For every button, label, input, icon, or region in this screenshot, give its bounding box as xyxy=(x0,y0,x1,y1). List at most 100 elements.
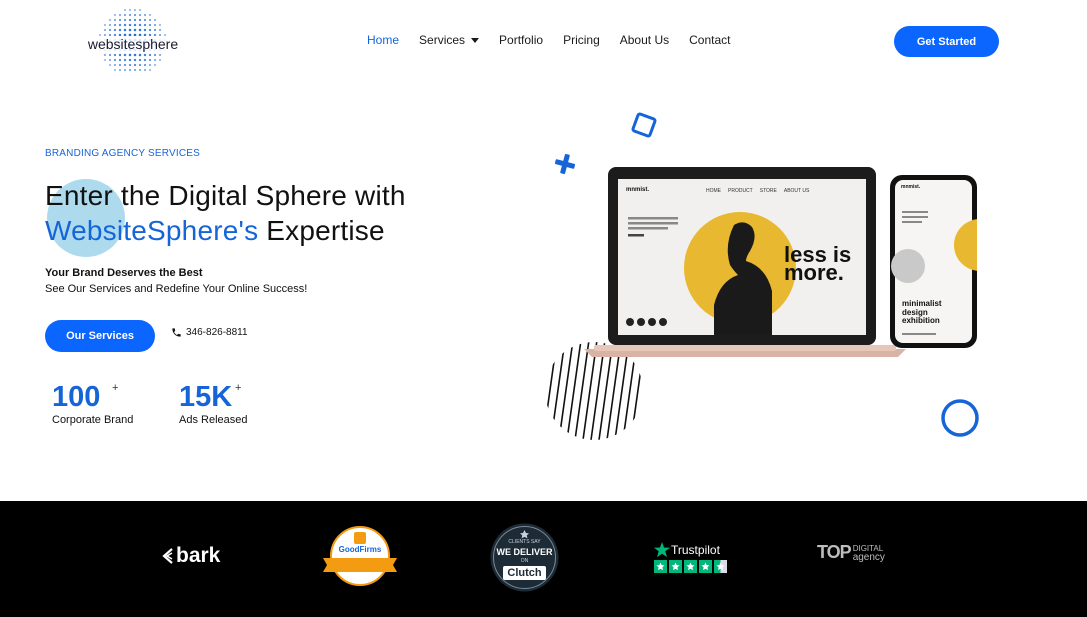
caret-down-icon xyxy=(471,37,480,43)
globe-dot xyxy=(104,24,106,26)
globe-dot xyxy=(138,58,142,62)
stat-ads-released: 15K + Ads Released xyxy=(179,382,248,426)
globe-dot xyxy=(128,58,132,62)
top-agency-text: agency xyxy=(852,551,885,563)
globe-dot xyxy=(123,53,127,57)
stat-label: Corporate Brand xyxy=(52,414,134,426)
goodfirms-text: GoodFirms xyxy=(338,545,382,554)
phone-title-line: exhibition xyxy=(902,316,940,325)
globe-dot xyxy=(123,28,127,32)
globe-dot xyxy=(153,23,157,27)
globe-dot xyxy=(108,53,112,57)
bark-logo[interactable]: bark xyxy=(162,544,220,568)
nav-about[interactable]: About Us xyxy=(620,33,669,47)
goodfirms-badge-graphic xyxy=(323,526,397,586)
phone-title: minimalist design exhibition xyxy=(902,299,942,326)
headline-line-2: WebsiteSphere's Expertise xyxy=(45,213,406,248)
globe-dot xyxy=(143,58,147,62)
nav-services[interactable]: Services xyxy=(419,33,480,47)
nav-pricing[interactable]: Pricing xyxy=(563,33,600,47)
globe-dot xyxy=(109,19,111,21)
nav-contact[interactable]: Contact xyxy=(689,33,730,47)
globe-dot xyxy=(148,18,152,22)
globe-dot xyxy=(118,63,122,67)
globe-dot xyxy=(119,69,121,71)
top-text: TOP xyxy=(817,542,852,562)
laptop-frame xyxy=(584,167,906,357)
globe-dot xyxy=(108,23,112,27)
globe-dot xyxy=(104,54,106,56)
globe-dot xyxy=(138,63,142,67)
globe-dot xyxy=(119,14,121,16)
our-services-button[interactable]: Our Services xyxy=(45,320,155,352)
globe-dot xyxy=(159,59,161,61)
globe-dot xyxy=(128,68,132,72)
logo-text: websitesphere xyxy=(86,36,180,52)
globe-dot xyxy=(133,68,137,72)
globe-dot xyxy=(123,23,127,27)
globe-dot xyxy=(159,54,161,56)
globe-dot xyxy=(138,23,142,27)
bark-text: bark xyxy=(176,544,221,567)
main-nav: Home Services Portfolio Pricing About Us… xyxy=(367,33,750,47)
globe-dot xyxy=(123,13,127,17)
phone-mockup: mnmist. minimalist design exhibition xyxy=(890,175,1006,348)
globe-dot xyxy=(114,69,116,71)
headline-rest: Expertise xyxy=(258,215,385,246)
globe-dot xyxy=(154,19,156,21)
clutch-name: Clutch xyxy=(507,567,542,579)
globe-dot xyxy=(114,14,116,16)
top-digital-agency-logo[interactable]: TOP DIGITAL agency xyxy=(817,542,885,563)
globe-dot xyxy=(148,53,152,57)
laptop-nav-item: PRODUCT xyxy=(728,188,753,194)
globe-dot xyxy=(143,53,147,57)
globe-dot xyxy=(153,28,157,32)
logo[interactable]: websitesphere xyxy=(86,6,180,78)
globe-dot xyxy=(123,63,127,67)
top-subtext: DIGITAL agency xyxy=(852,544,885,563)
get-started-button[interactable]: Get Started xyxy=(894,26,999,57)
laptop-nav-item: ABOUT US xyxy=(783,188,810,194)
bark-mark-icon xyxy=(162,548,173,564)
globe-dot xyxy=(148,63,152,67)
globe-dot xyxy=(133,63,137,67)
globe-dot xyxy=(123,18,127,22)
phone-icon xyxy=(172,328,181,337)
stat-value: 100 xyxy=(52,381,101,413)
globe-dot xyxy=(133,58,137,62)
hero-headline: Enter the Digital Sphere with WebsiteSph… xyxy=(45,178,406,248)
nav-home[interactable]: Home xyxy=(367,33,399,47)
globe-dot xyxy=(149,69,151,71)
globe-dot xyxy=(143,23,147,27)
laptop-nav: HOME PRODUCT STORE ABOUT US xyxy=(706,188,809,194)
globe-dot xyxy=(153,58,157,62)
globe-dot xyxy=(138,28,142,32)
globe-dot xyxy=(143,28,147,32)
globe-dot xyxy=(148,28,152,32)
phone-link[interactable]: 346-826-8811 xyxy=(171,327,248,338)
globe-dot xyxy=(113,18,117,22)
laptop-mockup: mnmist. HOME PRODUCT STORE ABOUT US less… xyxy=(584,167,906,357)
globe-dot xyxy=(124,9,126,11)
nav-portfolio[interactable]: Portfolio xyxy=(499,33,543,47)
globe-dot xyxy=(118,58,122,62)
globe-dot xyxy=(133,23,137,27)
globe-dot xyxy=(113,28,117,32)
laptop-nav-item: STORE xyxy=(759,188,777,194)
phone-brand: mnmist. xyxy=(901,184,921,190)
stat-label: Ads Released xyxy=(179,414,248,426)
globe-dot xyxy=(159,24,161,26)
clutch-badge[interactable]: CLIENTS SAY WE DELIVER ON Clutch xyxy=(489,522,560,593)
goodfirms-badge[interactable]: GoodFirms xyxy=(323,525,397,587)
globe-dot xyxy=(144,69,146,71)
headline-accent: WebsiteSphere's xyxy=(45,215,259,246)
globe-dot xyxy=(138,13,142,17)
globe-dot xyxy=(149,14,151,16)
globe-dot xyxy=(108,58,112,62)
globe-dot xyxy=(118,53,122,57)
stat-plus: + xyxy=(235,382,242,394)
globe-dot xyxy=(128,28,132,32)
globe-dot xyxy=(118,23,122,27)
globe-dot xyxy=(133,53,137,57)
nav-services-label: Services xyxy=(419,33,466,47)
